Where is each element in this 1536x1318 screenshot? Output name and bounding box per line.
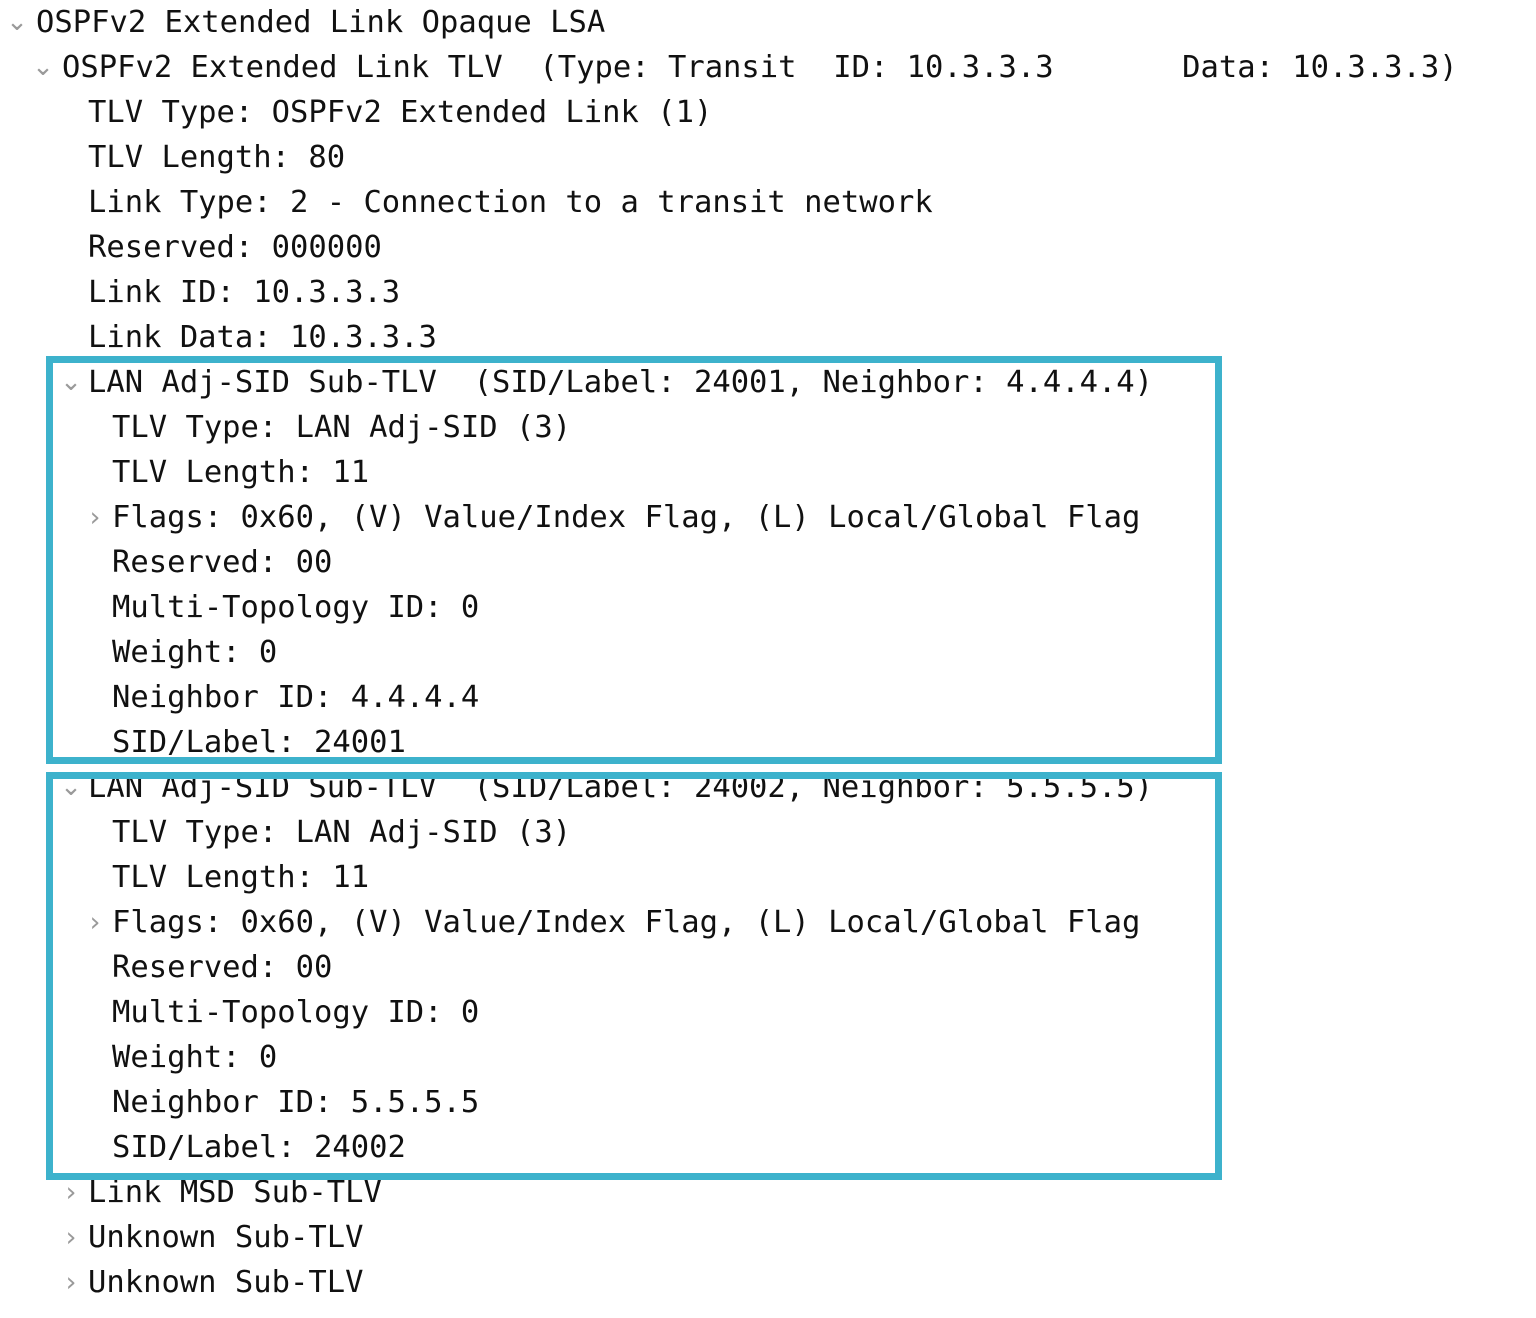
tree-row-label: Link ID: 10.3.3.3 — [88, 275, 401, 310]
tree-row-label: Weight: 0 — [112, 1040, 278, 1075]
tree-row[interactable]: LAN Adj-SID Sub-TLV (SID/Label: 24001, N… — [0, 360, 1458, 405]
tree-rows: OSPFv2 Extended Link Opaque LSA OSPFv2 Ex… — [0, 0, 1458, 1305]
tree-row-label: Flags: 0x60, (V) Value/Index Flag, (L) L… — [112, 905, 1141, 940]
tree-row-label: LAN Adj-SID Sub-TLV (SID/Label: 24002, N… — [88, 770, 1154, 805]
tree-row[interactable]: Weight: 0 — [0, 630, 1458, 675]
tree-row-label: Multi-Topology ID: 0 — [112, 995, 480, 1030]
chevron-right-icon[interactable] — [84, 900, 106, 948]
tree-row-label: Reserved: 00 — [112, 950, 333, 985]
chevron-down-icon[interactable] — [60, 360, 82, 407]
tree-row-label: Neighbor ID: 5.5.5.5 — [112, 1085, 480, 1120]
tree-row[interactable]: Link ID: 10.3.3.3 — [0, 270, 1458, 315]
tree-row-label: TLV Type: LAN Adj-SID (3) — [112, 410, 572, 445]
tree-row-label: SID/Label: 24002 — [112, 1130, 406, 1165]
tree-row-label: Unknown Sub-TLV — [88, 1265, 364, 1300]
tree-row[interactable]: Link Type: 2 - Connection to a transit n… — [0, 180, 1458, 225]
tree-row[interactable]: Reserved: 000000 — [0, 225, 1458, 270]
chevron-right-icon[interactable] — [84, 495, 106, 543]
tree-row[interactable]: SID/Label: 24002 — [0, 1125, 1458, 1170]
tree-row-label: Flags: 0x60, (V) Value/Index Flag, (L) L… — [112, 500, 1141, 535]
tree-row-label: Link Data: 10.3.3.3 — [88, 320, 437, 355]
tree-row[interactable]: TLV Type: OSPFv2 Extended Link (1) — [0, 90, 1458, 135]
tree-row[interactable]: Multi-Topology ID: 0 — [0, 585, 1458, 630]
tree-row[interactable]: Reserved: 00 — [0, 945, 1458, 990]
tree-row[interactable]: TLV Type: LAN Adj-SID (3) — [0, 810, 1458, 855]
tree-row-label: TLV Length: 11 — [112, 860, 370, 895]
tree-row[interactable]: TLV Type: LAN Adj-SID (3) — [0, 405, 1458, 450]
chevron-down-icon[interactable] — [32, 45, 54, 92]
tree-row[interactable]: Flags: 0x60, (V) Value/Index Flag, (L) L… — [0, 900, 1458, 945]
tree-row-label: LAN Adj-SID Sub-TLV (SID/Label: 24001, N… — [88, 365, 1154, 400]
tree-row-label: OSPFv2 Extended Link TLV (Type: Transit … — [62, 50, 1458, 85]
tree-row-label: Weight: 0 — [112, 635, 278, 670]
tree-row[interactable]: Weight: 0 — [0, 1035, 1458, 1080]
tree-row-label: TLV Length: 11 — [112, 455, 370, 490]
tree-row[interactable]: TLV Length: 11 — [0, 450, 1458, 495]
tree-row-label: TLV Length: 80 — [88, 140, 346, 175]
chevron-right-icon[interactable] — [60, 1170, 82, 1218]
chevron-down-icon[interactable] — [6, 0, 28, 47]
chevron-right-icon[interactable] — [60, 1215, 82, 1263]
tree-row-label: Unknown Sub-TLV — [88, 1220, 364, 1255]
tree-row[interactable]: SID/Label: 24001 — [0, 720, 1458, 765]
tree-row[interactable]: Link Data: 10.3.3.3 — [0, 315, 1458, 360]
tree-row[interactable]: Flags: 0x60, (V) Value/Index Flag, (L) L… — [0, 495, 1458, 540]
tree-row[interactable]: OSPFv2 Extended Link Opaque LSA — [0, 0, 1458, 45]
tree-row-label: TLV Type: OSPFv2 Extended Link (1) — [88, 95, 713, 130]
chevron-right-icon[interactable] — [60, 1260, 82, 1308]
tree-row[interactable]: Neighbor ID: 5.5.5.5 — [0, 1080, 1458, 1125]
tree-row[interactable]: Unknown Sub-TLV — [0, 1260, 1458, 1305]
tree-row-label: Reserved: 00 — [112, 545, 333, 580]
tree-row[interactable]: LAN Adj-SID Sub-TLV (SID/Label: 24002, N… — [0, 765, 1458, 810]
tree-row[interactable]: Reserved: 00 — [0, 540, 1458, 585]
tree-row-label: Link Type: 2 - Connection to a transit n… — [88, 185, 933, 220]
tree-row-label: Reserved: 000000 — [88, 230, 382, 265]
tree-row[interactable]: Unknown Sub-TLV — [0, 1215, 1458, 1260]
packet-detail-tree: OSPFv2 Extended Link Opaque LSA OSPFv2 Ex… — [0, 0, 1536, 1318]
tree-row[interactable]: OSPFv2 Extended Link TLV (Type: Transit … — [0, 45, 1458, 90]
tree-row-label: TLV Type: LAN Adj-SID (3) — [112, 815, 572, 850]
tree-row-label: SID/Label: 24001 — [112, 725, 406, 760]
tree-row-label: Neighbor ID: 4.4.4.4 — [112, 680, 480, 715]
tree-row-label: Link MSD Sub-TLV — [88, 1175, 382, 1210]
tree-row[interactable]: TLV Length: 11 — [0, 855, 1458, 900]
tree-row-label: Multi-Topology ID: 0 — [112, 590, 480, 625]
tree-row[interactable]: Multi-Topology ID: 0 — [0, 990, 1458, 1035]
tree-row-label: OSPFv2 Extended Link Opaque LSA — [36, 5, 606, 40]
tree-row[interactable]: Neighbor ID: 4.4.4.4 — [0, 675, 1458, 720]
tree-row[interactable]: TLV Length: 80 — [0, 135, 1458, 180]
chevron-down-icon[interactable] — [60, 765, 82, 812]
tree-row[interactable]: Link MSD Sub-TLV — [0, 1170, 1458, 1215]
